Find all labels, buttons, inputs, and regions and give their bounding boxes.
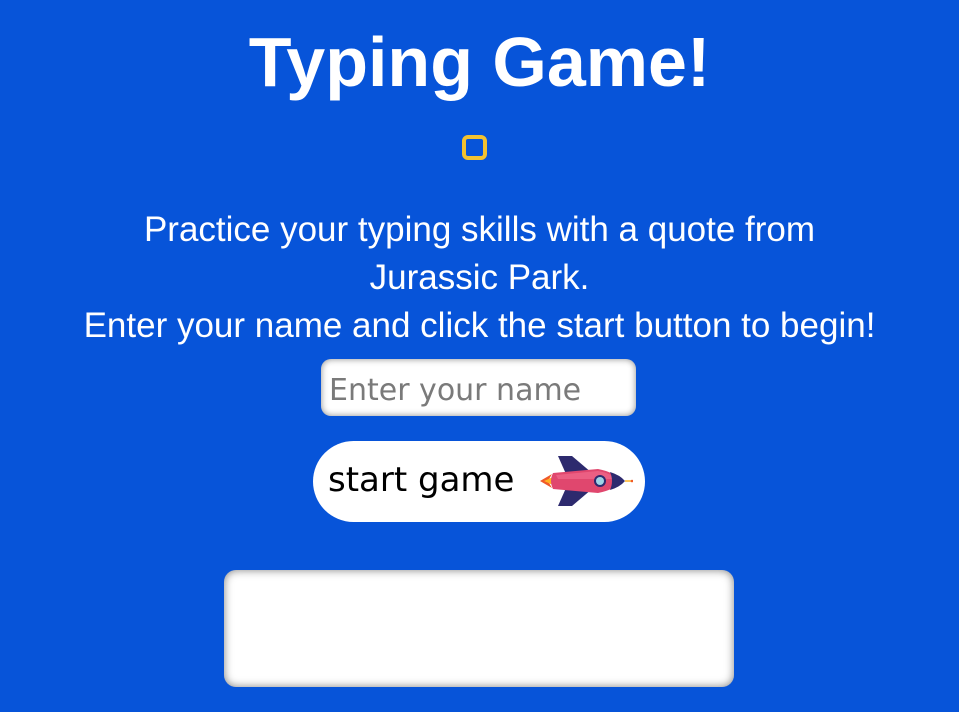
instructions: Practice your typing skills with a quote… bbox=[0, 206, 959, 350]
page-title: Typing Game! bbox=[248, 23, 711, 101]
name-input[interactable] bbox=[321, 359, 636, 416]
instructions-line-2: Jurassic Park. bbox=[369, 258, 590, 297]
square-outline-icon bbox=[462, 135, 487, 160]
start-game-label: start game bbox=[328, 460, 515, 500]
instructions-line-3: Enter your name and click the start butt… bbox=[83, 306, 876, 345]
instructions-line-1: Practice your typing skills with a quote… bbox=[143, 210, 816, 249]
start-game-button[interactable]: start game bbox=[313, 441, 645, 522]
rocket-icon bbox=[540, 456, 633, 506]
quote-display-box bbox=[224, 570, 734, 687]
